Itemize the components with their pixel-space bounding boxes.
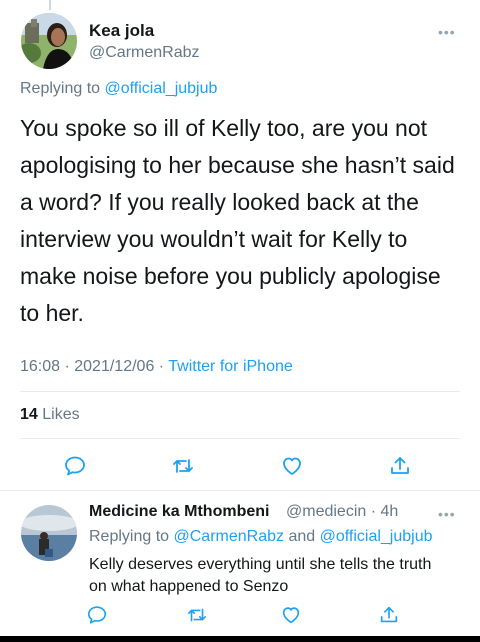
retweet-button[interactable] bbox=[180, 598, 214, 632]
replying-to-label: Replying to bbox=[20, 80, 101, 97]
like-button[interactable] bbox=[275, 449, 309, 483]
user-handle[interactable]: @CarmenRabz bbox=[89, 44, 200, 62]
tweet-actions bbox=[0, 449, 480, 483]
source-link[interactable]: Twitter for iPhone bbox=[168, 358, 293, 375]
display-name[interactable]: Kea jola bbox=[89, 21, 154, 41]
replying-to-line: Replying to @official_jubjub bbox=[20, 80, 217, 98]
tweet-actions bbox=[0, 598, 480, 632]
user-handle-time: @mediecin · 4h bbox=[286, 503, 399, 520]
heart-icon bbox=[282, 607, 300, 624]
timestamp: 16:08 · 2021/12/06 · bbox=[20, 358, 169, 375]
reply-button[interactable] bbox=[58, 449, 92, 483]
share-button[interactable] bbox=[383, 449, 417, 483]
retweet-button[interactable] bbox=[166, 449, 200, 483]
comment-icon bbox=[87, 606, 107, 624]
mention-link[interactable]: @official_jubjub bbox=[105, 80, 218, 97]
more-horizontal-icon[interactable]: ••• bbox=[438, 506, 456, 522]
replying-to-label: Replying to bbox=[89, 528, 170, 545]
avatar[interactable] bbox=[21, 13, 77, 69]
share-icon bbox=[391, 457, 409, 474]
likes-summary[interactable]: 14 Likes bbox=[20, 406, 80, 424]
share-icon bbox=[380, 606, 398, 623]
avatar[interactable] bbox=[21, 505, 77, 561]
share-button[interactable] bbox=[372, 598, 406, 632]
thread-connector-line bbox=[49, 0, 51, 10]
divider bbox=[0, 490, 480, 491]
tweet-meta: 16:08 · 2021/12/06 · Twitter for iPhone bbox=[20, 358, 293, 376]
mention-link[interactable]: @official_jubjub bbox=[320, 528, 433, 545]
display-name[interactable]: Medicine ka Mthombeni bbox=[89, 503, 269, 521]
mention-link[interactable]: @CarmenRabz bbox=[174, 528, 285, 545]
likes-count: 14 bbox=[20, 406, 38, 423]
reply-button[interactable] bbox=[80, 598, 114, 632]
divider bbox=[20, 391, 460, 392]
retweet-icon bbox=[187, 608, 207, 622]
comment-icon bbox=[65, 456, 85, 476]
tweet-text: Kelly deserves everything until she tell… bbox=[89, 556, 432, 595]
more-horizontal-icon[interactable]: ••• bbox=[438, 24, 456, 40]
likes-label: Likes bbox=[37, 406, 80, 423]
replying-to-line: Replying to @CarmenRabz and @official_ju… bbox=[89, 528, 433, 546]
tweet-text: You spoke so ill of Kelly too, are you n… bbox=[20, 115, 455, 326]
like-button[interactable] bbox=[274, 598, 308, 632]
divider bbox=[20, 438, 460, 439]
and-label: and bbox=[284, 528, 320, 545]
heart-icon bbox=[283, 457, 301, 475]
retweet-icon bbox=[173, 459, 193, 473]
bottom-edge-bar bbox=[0, 636, 480, 642]
